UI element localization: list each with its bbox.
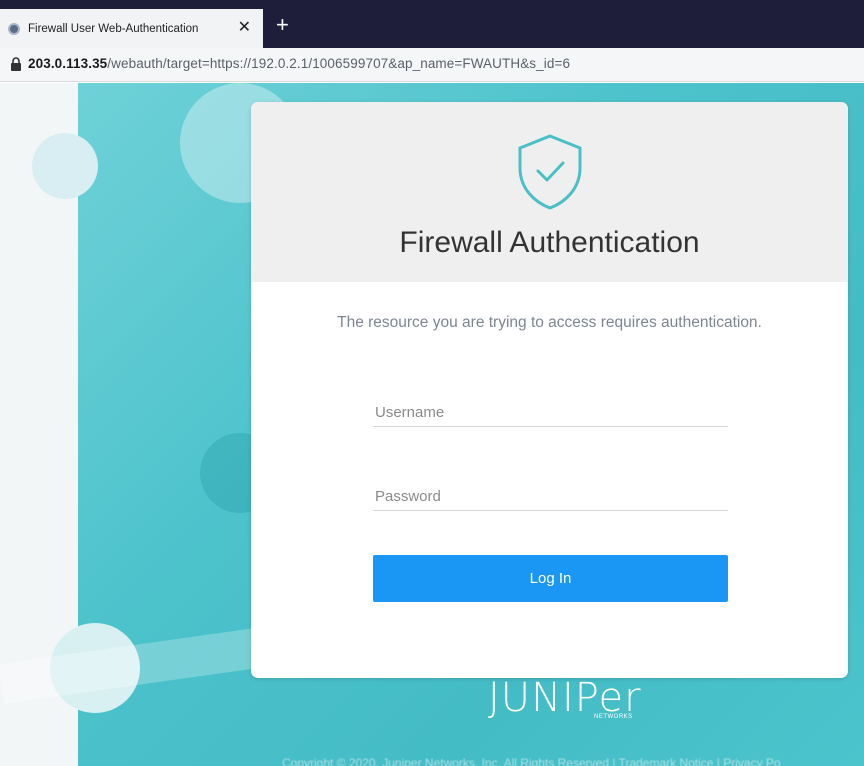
username-input[interactable] bbox=[373, 399, 728, 427]
lock-icon bbox=[11, 57, 21, 71]
auth-message: The resource you are trying to access re… bbox=[337, 314, 762, 331]
juniper-logo: JUNIPer NETWORKS bbox=[488, 675, 642, 721]
password-input[interactable] bbox=[373, 483, 728, 511]
browser-tab[interactable]: Firewall User Web-Authentication ✕ bbox=[0, 9, 263, 48]
login-button[interactable]: Log In bbox=[373, 555, 728, 602]
card-header: Firewall Authentication bbox=[251, 102, 848, 282]
login-card: Firewall Authentication The resource you… bbox=[251, 102, 848, 678]
shield-check-icon bbox=[518, 134, 582, 210]
new-tab-button[interactable]: + bbox=[276, 14, 289, 36]
page: Firewall Authentication The resource you… bbox=[0, 83, 864, 766]
url-host: 203.0.113.35 bbox=[28, 56, 108, 71]
tab-bar: Firewall User Web-Authentication ✕ + bbox=[0, 0, 864, 48]
tab-title: Firewall User Web-Authentication bbox=[28, 22, 199, 35]
close-tab-icon[interactable]: ✕ bbox=[238, 19, 251, 37]
url-text[interactable]: 203.0.113.35/webauth/target=https://192.… bbox=[28, 56, 570, 71]
logo-wordmark: JUNIPer bbox=[488, 675, 642, 721]
url-path: /webauth/target=https://192.0.2.1/100659… bbox=[107, 56, 571, 71]
page-title: Firewall Authentication bbox=[399, 226, 700, 259]
logo-subtext: NETWORKS bbox=[594, 714, 633, 720]
address-bar[interactable]: 203.0.113.35/webauth/target=https://192.… bbox=[0, 48, 864, 82]
footer-copyright: Copyright © 2020, Juniper Networks, Inc.… bbox=[282, 756, 781, 766]
favicon-icon bbox=[8, 22, 20, 35]
decor-bubble bbox=[32, 133, 98, 199]
